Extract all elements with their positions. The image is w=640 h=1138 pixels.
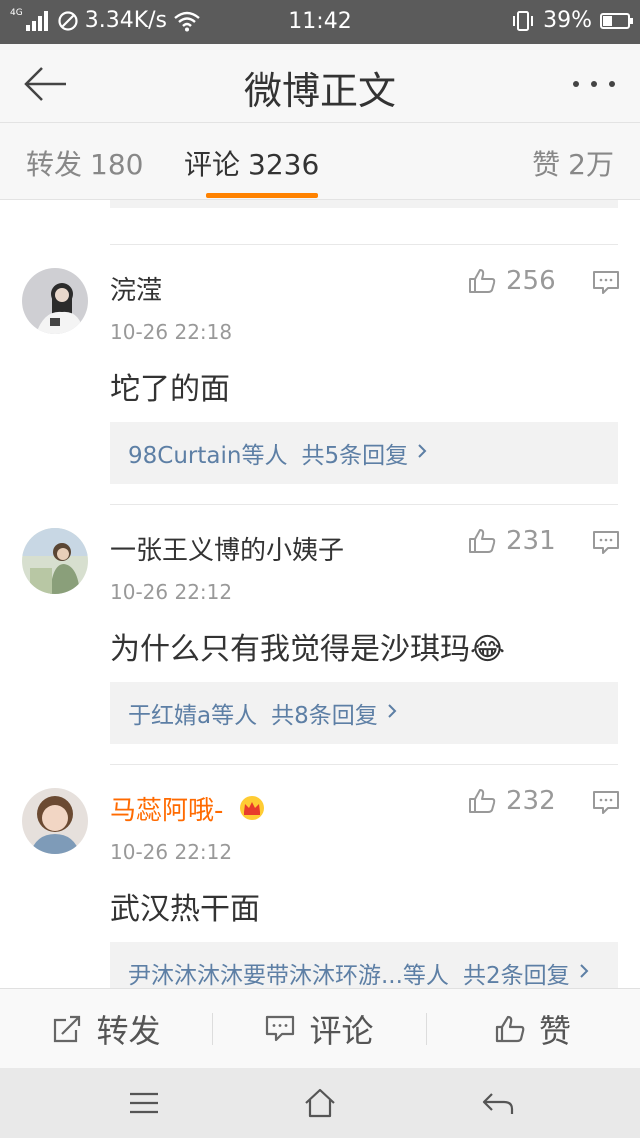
divider	[110, 504, 618, 505]
battery-icon	[600, 12, 633, 29]
comment-icon	[593, 791, 619, 814]
menu-icon	[130, 1092, 158, 1114]
back-icon	[482, 1093, 514, 1114]
reply-users: 98Curtain等人	[128, 443, 288, 469]
share-icon	[54, 1015, 81, 1043]
system-back-button[interactable]	[478, 1084, 518, 1124]
tab-bar: 转发 180 评论 3236 赞 2万	[0, 123, 640, 200]
tab-comments-label: 评论	[184, 148, 241, 181]
tab-reposts-label: 转发	[26, 148, 83, 181]
reply-count: 共8条回复	[271, 703, 378, 729]
like-action-button[interactable]: 赞	[426, 989, 640, 1069]
tab-likes-label: 赞	[532, 148, 561, 181]
avatar-image	[22, 788, 88, 854]
tab-comments[interactable]: 评论 3236	[184, 143, 319, 183]
avatar[interactable]	[22, 788, 88, 854]
username[interactable]: 浣滢	[110, 270, 162, 307]
tab-reposts-count: 180	[90, 148, 144, 181]
reply-button[interactable]	[592, 790, 620, 816]
active-tab-indicator	[206, 193, 318, 198]
reply-users: 尹沐沐沐沐要带沐沐环游...等人	[128, 963, 449, 988]
divider	[110, 244, 618, 245]
comment-feed[interactable]: 浣滢 10-26 22:18 256 坨了的面 98Curtain等人 共5条回…	[0, 200, 640, 988]
repost-label: 转发	[96, 1012, 161, 1050]
comment-text: 为什么只有我觉得是沙琪玛😂	[110, 624, 505, 668]
more-button[interactable]	[568, 66, 620, 102]
thumb-up-icon	[469, 269, 496, 293]
reply-count: 共5条回复	[301, 443, 409, 469]
comment-item: 马蕊阿哦- 10-26 22:12 232 武汉热干面 尹沐沐沐沐要带沐沐环游.…	[0, 766, 640, 988]
home-icon	[305, 1088, 335, 1118]
username-text: 马蕊阿哦-	[110, 796, 224, 826]
comment-button[interactable]: 评论	[213, 989, 426, 1069]
avatar-image	[22, 268, 88, 334]
reply-button[interactable]	[592, 530, 620, 556]
like-count: 231	[506, 526, 556, 556]
comment-item: 一张王义博的小姨子 10-26 22:12 231 为什么只有我觉得是沙琪玛😂 …	[0, 506, 640, 766]
battery-fill	[603, 15, 613, 26]
reply-users: 于红婧a等人	[128, 703, 258, 729]
like-count: 256	[506, 266, 556, 296]
comment-time: 10-26 22:12	[110, 840, 233, 864]
system-nav-bar	[0, 1068, 640, 1138]
bottom-action-bar: 转发 评论 赞	[0, 988, 640, 1068]
like-count: 232	[506, 786, 556, 816]
crown-badge-icon	[238, 795, 266, 828]
divider	[110, 764, 618, 765]
like-button[interactable]: 256	[468, 266, 556, 296]
comment-icon	[593, 271, 619, 294]
comment-text-body: 武汉热干面	[110, 892, 260, 927]
comment-item: 浣滢 10-26 22:18 256 坨了的面 98Curtain等人 共5条回…	[0, 246, 640, 506]
home-button[interactable]	[300, 1084, 340, 1124]
comment-text: 武汉热干面	[110, 884, 260, 928]
menu-button[interactable]	[124, 1084, 164, 1124]
comment-label: 评论	[309, 1012, 374, 1050]
like-label: 赞	[538, 1012, 571, 1050]
more-dots-icon	[573, 81, 615, 87]
reply-summary[interactable]: 尹沐沐沐沐要带沐沐环游...等人 共2条回复	[110, 942, 618, 988]
comment-text: 坨了的面	[110, 364, 230, 408]
repost-button[interactable]: 转发	[0, 989, 213, 1069]
reply-summary[interactable]: 98Curtain等人 共5条回复	[110, 422, 618, 484]
comment-text-body: 坨了的面	[110, 372, 230, 407]
avatar-image	[22, 528, 88, 594]
tab-comments-count: 3236	[248, 148, 320, 181]
thumb-up-icon	[495, 1015, 525, 1043]
avatar[interactable]	[22, 268, 88, 334]
vibrate-icon	[513, 10, 534, 31]
chevron-right-icon	[578, 960, 590, 986]
chevron-right-icon	[416, 440, 428, 466]
partial-reply-box[interactable]	[110, 200, 618, 208]
page-title: 微博正文	[243, 69, 396, 113]
status-bar: 4G 3.34K/s 11:42 39%	[0, 0, 640, 44]
like-button[interactable]: 232	[468, 786, 556, 816]
tab-likes[interactable]: 赞 2万	[532, 143, 614, 183]
battery-percent: 39%	[543, 8, 592, 33]
status-right: 39%	[511, 8, 633, 33]
comment-time: 10-26 22:12	[110, 580, 233, 604]
like-button[interactable]: 231	[468, 526, 556, 556]
arrow-left-icon	[24, 67, 66, 101]
reply-count: 共2条回复	[462, 963, 570, 988]
reply-summary[interactable]: 于红婧a等人 共8条回复	[110, 682, 618, 744]
username[interactable]: 一张王义博的小姨子	[110, 530, 344, 567]
comment-icon	[266, 1015, 295, 1042]
thumb-up-icon	[469, 789, 496, 813]
thumb-up-icon	[469, 529, 496, 553]
back-button[interactable]	[22, 64, 74, 104]
username[interactable]: 马蕊阿哦-	[110, 790, 266, 828]
comment-text-body: 为什么只有我觉得是沙琪玛	[110, 632, 470, 667]
chevron-right-icon	[386, 700, 398, 726]
tab-reposts[interactable]: 转发 180	[26, 143, 143, 183]
reply-button[interactable]	[592, 270, 620, 296]
comment-time: 10-26 22:18	[110, 320, 233, 344]
tab-likes-count: 2万	[568, 148, 614, 181]
laughing-emoji: 😂	[470, 632, 506, 667]
comment-icon	[593, 531, 619, 554]
title-bar: 微博正文	[0, 44, 640, 123]
avatar[interactable]	[22, 528, 88, 594]
